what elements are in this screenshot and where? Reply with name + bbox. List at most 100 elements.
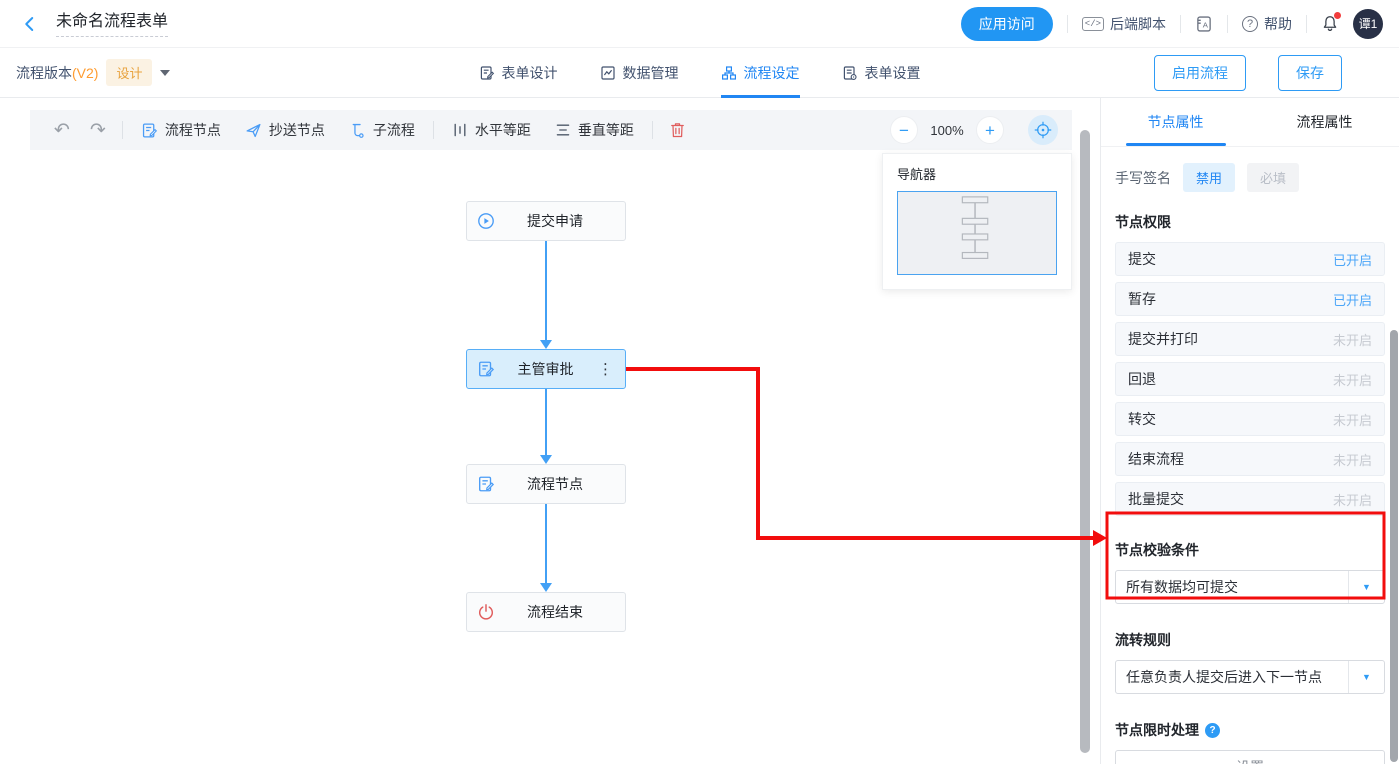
form-settings-icon bbox=[842, 65, 858, 81]
notifications-button[interactable] bbox=[1321, 14, 1339, 33]
vertical-space-button[interactable]: 垂直等距 bbox=[543, 120, 646, 140]
undo-icon: ↶ bbox=[54, 121, 70, 140]
page-title[interactable]: 未命名流程表单 bbox=[56, 11, 168, 37]
flow-node-icon bbox=[141, 122, 158, 139]
validation-select[interactable]: 所有数据均可提交 ▼ bbox=[1115, 570, 1385, 604]
form-node-icon bbox=[477, 360, 495, 378]
code-icon: </> bbox=[1082, 17, 1104, 31]
tab-data-manage[interactable]: 数据管理 bbox=[600, 48, 679, 98]
sub-header: 流程版本(V2) 设计 表单设计 数据管理 bbox=[0, 48, 1399, 98]
fit-view-button[interactable] bbox=[1028, 115, 1058, 145]
top-header: 未命名流程表单 应用访问 </> 后端脚本 A ? 帮助 bbox=[0, 0, 1399, 48]
save-button[interactable]: 保存 bbox=[1278, 55, 1342, 91]
node-start[interactable]: 提交申请 bbox=[466, 201, 626, 241]
horizontal-space-icon bbox=[452, 122, 468, 138]
help-button[interactable]: ? 帮助 bbox=[1242, 14, 1292, 34]
navigator-minimap[interactable] bbox=[897, 191, 1057, 275]
signature-setting-row: 手写签名 禁用 必填 bbox=[1115, 163, 1385, 192]
permission-row-save-draft[interactable]: 暂存 已开启 bbox=[1115, 282, 1385, 316]
zoom-in-button[interactable]: + bbox=[976, 116, 1004, 144]
permission-status: 已开启 bbox=[1333, 290, 1372, 309]
app-access-button[interactable]: 应用访问 bbox=[961, 7, 1053, 41]
svg-text:A: A bbox=[1203, 20, 1209, 29]
node-label: 提交申请 bbox=[495, 211, 615, 231]
panel-tabs: 节点属性 流程属性 bbox=[1101, 98, 1399, 147]
node-flow[interactable]: 流程节点 bbox=[466, 464, 626, 504]
divider bbox=[1067, 15, 1068, 33]
tab-form-design[interactable]: 表单设计 bbox=[479, 48, 558, 98]
chevron-down-icon: ▼ bbox=[1348, 571, 1384, 603]
time-limit-settings-button[interactable]: 设置 bbox=[1115, 750, 1385, 764]
flow-rule-select[interactable]: 任意负责人提交后进入下一节点 ▼ bbox=[1115, 660, 1385, 694]
sub-flow-icon bbox=[349, 122, 366, 139]
permission-row-submit-print[interactable]: 提交并打印 未开启 bbox=[1115, 322, 1385, 356]
divider bbox=[122, 121, 123, 139]
flow-canvas[interactable]: ↶ ↷ 流程节点 抄送节点 bbox=[0, 98, 1100, 764]
signature-label: 手写签名 bbox=[1115, 168, 1171, 188]
permission-row-rollback[interactable]: 回退 未开启 bbox=[1115, 362, 1385, 396]
node-label: 主管审批 bbox=[495, 359, 596, 379]
version-dropdown-caret[interactable] bbox=[160, 70, 170, 76]
zoom-out-button[interactable]: − bbox=[890, 116, 918, 144]
signature-required-option[interactable]: 必填 bbox=[1247, 163, 1299, 192]
node-menu-button[interactable]: ⋮ bbox=[596, 362, 615, 377]
horizontal-space-button[interactable]: 水平等距 bbox=[440, 120, 543, 140]
avatar[interactable]: 谭1 bbox=[1353, 9, 1383, 39]
node-end[interactable]: 流程结束 bbox=[466, 592, 626, 632]
api-library-icon: A bbox=[1195, 15, 1213, 33]
enable-flow-button[interactable]: 启用流程 bbox=[1154, 55, 1246, 91]
permission-status: 未开启 bbox=[1333, 330, 1372, 349]
permission-row-batch-submit[interactable]: 批量提交 未开启 bbox=[1115, 482, 1385, 516]
divider bbox=[1306, 15, 1307, 33]
panel-vertical-scrollbar[interactable] bbox=[1390, 330, 1398, 762]
permission-row-end-flow[interactable]: 结束流程 未开启 bbox=[1115, 442, 1385, 476]
form-design-icon bbox=[479, 65, 495, 81]
node-label: 流程结束 bbox=[495, 602, 615, 622]
navigator-panel: 导航器 bbox=[882, 153, 1072, 290]
divider bbox=[1180, 15, 1181, 33]
help-tooltip-icon[interactable]: ? bbox=[1205, 723, 1220, 738]
version-label: 流程版本(V2) bbox=[16, 63, 98, 83]
tab-flow-setting[interactable]: 流程设定 bbox=[721, 48, 800, 98]
node-label: 流程节点 bbox=[495, 474, 615, 494]
properties-panel: 节点属性 流程属性 手写签名 禁用 必填 节点权限 提交 已开启 暂存 已开启 … bbox=[1100, 98, 1399, 764]
permissions-title: 节点权限 bbox=[1115, 212, 1385, 232]
permission-row-submit[interactable]: 提交 已开启 bbox=[1115, 242, 1385, 276]
add-cc-node-button[interactable]: 抄送节点 bbox=[233, 120, 337, 140]
flow-setting-icon bbox=[721, 65, 737, 81]
delete-button[interactable] bbox=[659, 121, 696, 139]
undo-button[interactable]: ↶ bbox=[44, 121, 80, 140]
signature-disable-option[interactable]: 禁用 bbox=[1183, 163, 1235, 192]
validation-title: 节点校验条件 bbox=[1115, 540, 1385, 560]
back-button[interactable] bbox=[18, 12, 42, 36]
power-icon bbox=[477, 603, 495, 621]
canvas-toolbar: ↶ ↷ 流程节点 抄送节点 bbox=[30, 110, 1072, 150]
add-sub-flow-button[interactable]: 子流程 bbox=[337, 120, 427, 140]
tab-flow-properties[interactable]: 流程属性 bbox=[1250, 98, 1399, 146]
design-badge[interactable]: 设计 bbox=[106, 59, 152, 86]
crosshair-icon bbox=[1034, 121, 1052, 139]
main-tabs: 表单设计 数据管理 流程设定 表单设置 bbox=[479, 48, 921, 98]
divider bbox=[433, 121, 434, 139]
api-library-button[interactable]: A bbox=[1195, 15, 1213, 33]
permission-status: 已开启 bbox=[1333, 250, 1372, 269]
help-icon: ? bbox=[1242, 16, 1258, 32]
divider bbox=[1227, 15, 1228, 33]
backend-script-button[interactable]: </> 后端脚本 bbox=[1082, 14, 1166, 34]
node-approval-selected[interactable]: 主管审批 ⋮ bbox=[466, 349, 626, 389]
permission-status: 未开启 bbox=[1333, 370, 1372, 389]
flow-version: 流程版本(V2) 设计 bbox=[16, 59, 170, 86]
play-circle-icon bbox=[477, 212, 495, 230]
redo-button[interactable]: ↷ bbox=[80, 121, 116, 140]
back-chevron-icon bbox=[21, 15, 39, 33]
zoom-level: 100% bbox=[928, 123, 966, 138]
tab-node-properties[interactable]: 节点属性 bbox=[1101, 98, 1250, 146]
permission-row-transfer[interactable]: 转交 未开启 bbox=[1115, 402, 1385, 436]
canvas-vertical-scrollbar[interactable] bbox=[1080, 130, 1090, 753]
permission-status: 未开启 bbox=[1333, 410, 1372, 429]
add-flow-node-button[interactable]: 流程节点 bbox=[129, 120, 233, 140]
time-limit-title: 节点限时处理 ? bbox=[1115, 720, 1385, 740]
redo-icon: ↷ bbox=[90, 121, 106, 140]
tab-form-settings[interactable]: 表单设置 bbox=[842, 48, 921, 98]
navigator-title: 导航器 bbox=[897, 164, 1057, 183]
